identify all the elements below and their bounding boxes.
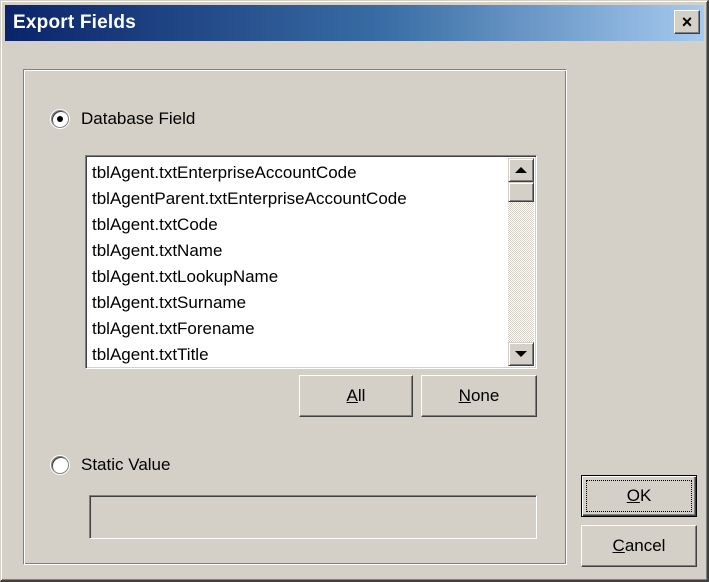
cancel-button-mnemonic: C (612, 536, 625, 555)
list-item[interactable]: tblAgent.txtCode (92, 212, 496, 238)
cancel-button-label: ancel (624, 536, 666, 555)
static-value-input[interactable] (89, 495, 537, 539)
all-button-mnemonic: A (346, 386, 358, 405)
scroll-thumb[interactable] (508, 182, 534, 202)
list-item[interactable]: tblAgent.txtEnterpriseAccountCode (92, 160, 496, 186)
list-item[interactable]: tblAgent.txtLookupName (92, 264, 496, 290)
close-icon: × (681, 12, 693, 32)
all-button-label: ll (357, 386, 366, 405)
ok-button-label: K (639, 486, 652, 505)
database-field-radio[interactable] (51, 110, 69, 128)
static-value-option[interactable]: Static Value (51, 455, 170, 475)
list-item[interactable]: tblAgent.txtTitle (92, 342, 496, 368)
database-field-list: tblAgent.txtEnterpriseAccountCode tblAgen… (92, 160, 496, 368)
database-field-option[interactable]: Database Field (51, 109, 195, 129)
scroll-down-button[interactable] (508, 342, 534, 366)
database-field-listbox[interactable]: tblAgent.txtEnterpriseAccountCode tblAgen… (85, 155, 537, 369)
static-value-label: Static Value (81, 455, 171, 474)
none-button-label: one (470, 386, 500, 405)
ok-button[interactable]: OK (581, 475, 697, 517)
scroll-up-arrow-icon (515, 167, 527, 173)
scroll-up-button[interactable] (508, 158, 534, 182)
scroll-down-arrow-icon (515, 351, 527, 357)
list-item[interactable]: tblAgent.txtName (92, 238, 496, 264)
static-value-radio[interactable] (51, 456, 69, 474)
all-button[interactable]: All (299, 375, 413, 417)
dialog-title: Export Fields (13, 12, 136, 33)
export-fields-dialog: Export Fields × Database Field tblAgent.… (0, 0, 709, 582)
none-button[interactable]: None (421, 375, 537, 417)
cancel-button[interactable]: Cancel (581, 525, 697, 567)
ok-button-mnemonic: O (626, 486, 640, 505)
none-button-mnemonic: N (458, 386, 471, 405)
database-field-label: Database Field (81, 109, 196, 128)
title-bar[interactable]: Export Fields × (5, 5, 704, 41)
list-item[interactable]: tblAgentParent.txtEnterpriseAccountCode (92, 186, 496, 212)
close-button[interactable]: × (674, 10, 700, 34)
list-item[interactable]: tblAgent.txtSurname (92, 290, 496, 316)
listbox-scrollbar[interactable] (508, 158, 534, 366)
list-item[interactable]: tblAgent.txtForename (92, 316, 496, 342)
